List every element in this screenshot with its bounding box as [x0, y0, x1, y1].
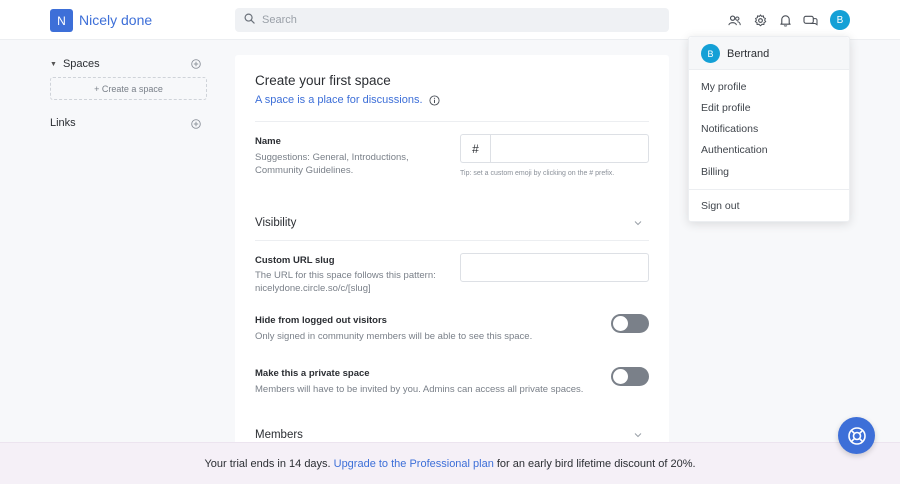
settings-icon[interactable]: [754, 14, 767, 27]
community-logo[interactable]: N: [50, 9, 73, 32]
user-name: Bertrand: [727, 48, 770, 60]
search-icon: [244, 11, 255, 29]
private-space-toggle[interactable]: [611, 367, 649, 386]
sidebar-spaces-toggle[interactable]: ▼ Spaces: [50, 57, 206, 71]
search-bar[interactable]: [235, 8, 669, 32]
upgrade-link[interactable]: Upgrade to the Professional plan: [334, 458, 494, 470]
chevron-down-icon[interactable]: [633, 430, 643, 440]
private-help: Members will have to be invited by you. …: [255, 384, 584, 395]
bell-icon[interactable]: [779, 14, 792, 27]
name-tip: Tip: set a custom emoji by clicking on t…: [460, 170, 615, 177]
top-header: N Nicely done B: [0, 0, 900, 40]
divider: [255, 121, 649, 122]
user-avatar[interactable]: B: [830, 10, 850, 30]
sidebar-spaces-label: Spaces: [62, 58, 100, 70]
menu-item-edit-profile[interactable]: Edit profile: [701, 102, 751, 114]
emoji-prefix-button[interactable]: #: [460, 134, 490, 163]
create-space-form: Create your first space A space is a pla…: [235, 55, 669, 484]
visibility-heading[interactable]: Visibility: [255, 217, 296, 229]
info-icon[interactable]: [428, 94, 440, 106]
members-heading[interactable]: Members: [255, 429, 303, 441]
form-subtitle: A space is a place for discussions.: [255, 94, 440, 106]
toggle-knob: [613, 316, 628, 331]
hide-label: Hide from logged out visitors: [255, 315, 387, 326]
form-subtitle-text: A space is a place for discussions.: [255, 94, 423, 106]
trial-banner: Your trial ends in 14 days. Upgrade to t…: [0, 442, 900, 484]
menu-item-authentication[interactable]: Authentication: [701, 144, 768, 156]
create-space-button[interactable]: + Create a space: [50, 77, 207, 100]
chevron-down-icon[interactable]: [633, 218, 643, 228]
caret-down-icon: ▼: [50, 60, 57, 68]
divider: [255, 240, 649, 241]
user-menu: B Bertrand My profile Edit profile Notif…: [688, 36, 850, 222]
name-input[interactable]: [490, 134, 649, 163]
private-label: Make this a private space: [255, 368, 370, 379]
sidebar-links-label: Links: [50, 117, 76, 129]
hide-visitors-toggle[interactable]: [611, 314, 649, 333]
name-label: Name: [255, 136, 281, 147]
search-input[interactable]: [262, 14, 642, 26]
user-menu-header: B Bertrand: [689, 37, 849, 70]
trial-banner-text: Your trial ends in 14 days.: [204, 457, 331, 470]
menu-item-sign-out[interactable]: Sign out: [701, 200, 740, 212]
chat-icon[interactable]: [803, 14, 818, 27]
slug-input[interactable]: [460, 253, 649, 282]
trial-banner-suffix: for an early bird lifetime discount of 2…: [496, 457, 696, 470]
hide-help: Only signed in community members will be…: [255, 331, 533, 342]
menu-item-notifications[interactable]: Notifications: [701, 123, 758, 135]
add-space-icon[interactable]: [191, 59, 201, 69]
toggle-knob: [613, 369, 628, 384]
community-name[interactable]: Nicely done: [79, 12, 152, 28]
menu-item-my-profile[interactable]: My profile: [701, 81, 747, 93]
slug-label: Custom URL slug: [255, 255, 335, 266]
slug-help: The URL for this space follows this patt…: [255, 270, 436, 294]
members-icon[interactable]: [728, 14, 741, 27]
add-link-icon[interactable]: [191, 119, 201, 129]
help-button[interactable]: [838, 417, 875, 454]
avatar: B: [701, 44, 720, 63]
name-help: Suggestions: General, Introductions, Com…: [255, 152, 409, 176]
lifebuoy-icon: [847, 426, 866, 445]
divider: [689, 189, 849, 190]
menu-item-billing[interactable]: Billing: [701, 166, 729, 178]
form-title: Create your first space: [255, 73, 391, 88]
